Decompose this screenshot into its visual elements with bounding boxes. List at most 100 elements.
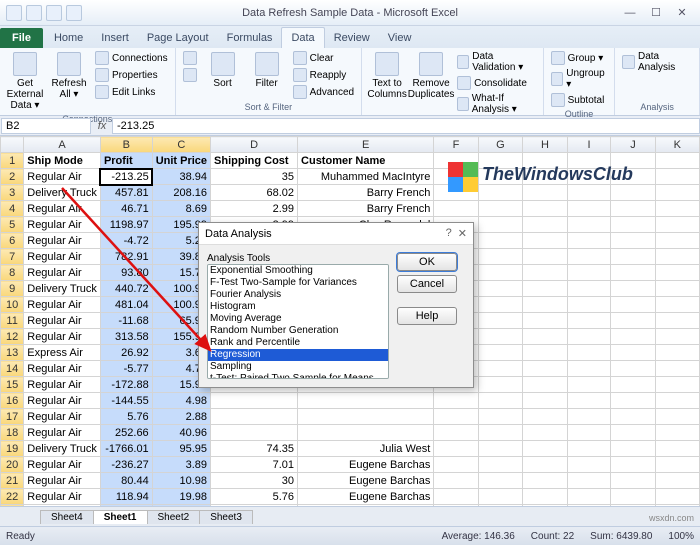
cell[interactable] — [655, 249, 699, 265]
cell[interactable] — [478, 217, 523, 233]
cell[interactable]: Delivery Truck — [24, 441, 101, 457]
cell[interactable] — [478, 233, 523, 249]
sheet-tab[interactable]: Sheet3 — [199, 510, 253, 524]
save-icon[interactable] — [26, 5, 42, 21]
cell[interactable]: Delivery Truck — [24, 505, 101, 507]
cell[interactable] — [523, 249, 567, 265]
tab-page-layout[interactable]: Page Layout — [138, 28, 218, 48]
cell[interactable]: 4.98 — [152, 393, 210, 409]
sort-az-button[interactable] — [180, 50, 200, 66]
cell[interactable] — [567, 377, 611, 393]
cell[interactable]: Eugene Barchas — [298, 489, 434, 505]
cell[interactable] — [611, 441, 655, 457]
row-header[interactable]: 22 — [1, 489, 24, 505]
cell[interactable]: Regular Air — [24, 329, 101, 345]
cell[interactable] — [434, 489, 478, 505]
row-header[interactable]: 16 — [1, 393, 24, 409]
row-header[interactable]: 1 — [1, 153, 24, 169]
cell[interactable] — [611, 505, 655, 507]
cell[interactable] — [655, 281, 699, 297]
cell[interactable] — [655, 217, 699, 233]
properties-button[interactable]: Properties — [92, 67, 171, 83]
cell[interactable] — [655, 297, 699, 313]
cell[interactable]: Regular Air — [24, 169, 101, 185]
cell[interactable]: Profit — [100, 153, 152, 169]
cell[interactable] — [611, 233, 655, 249]
cell[interactable]: 35 — [211, 169, 298, 185]
cell[interactable]: Delivery Truck — [24, 281, 101, 297]
cell[interactable] — [611, 201, 655, 217]
cell[interactable]: Shipping Cost — [211, 153, 298, 169]
cell[interactable] — [211, 393, 298, 409]
col-header-I[interactable]: I — [567, 137, 611, 153]
cell[interactable]: Regular Air — [24, 201, 101, 217]
cell[interactable] — [523, 505, 567, 507]
cell[interactable] — [478, 313, 523, 329]
cell[interactable]: 313.58 — [100, 329, 152, 345]
cell[interactable]: 8.69 — [152, 201, 210, 217]
cell[interactable] — [434, 505, 478, 507]
cell[interactable]: Regular Air — [24, 393, 101, 409]
cell[interactable] — [478, 377, 523, 393]
cell[interactable] — [567, 233, 611, 249]
cell[interactable]: Regular Air — [24, 473, 101, 489]
analysis-option[interactable]: Regression — [208, 349, 388, 361]
cell[interactable] — [655, 425, 699, 441]
cell[interactable] — [434, 409, 478, 425]
cell[interactable] — [523, 233, 567, 249]
cell[interactable] — [655, 313, 699, 329]
row-header[interactable]: 7 — [1, 249, 24, 265]
row-header[interactable]: 3 — [1, 185, 24, 201]
row-header[interactable]: 19 — [1, 441, 24, 457]
cell[interactable]: 30 — [211, 473, 298, 489]
analysis-tools-listbox[interactable]: Exponential SmoothingF-Test Two-Sample f… — [207, 264, 389, 379]
cell[interactable] — [567, 457, 611, 473]
cell[interactable]: 440.72 — [100, 281, 152, 297]
cell[interactable] — [523, 185, 567, 201]
sort-button[interactable]: Sort — [202, 50, 244, 91]
filter-button[interactable]: Filter — [246, 50, 288, 91]
cell[interactable] — [567, 345, 611, 361]
cell[interactable] — [523, 393, 567, 409]
row-header[interactable]: 21 — [1, 473, 24, 489]
cell[interactable] — [298, 425, 434, 441]
cell[interactable]: 2.88 — [152, 409, 210, 425]
cell[interactable] — [611, 297, 655, 313]
cell[interactable] — [567, 441, 611, 457]
cell[interactable] — [523, 441, 567, 457]
row-header[interactable]: 10 — [1, 297, 24, 313]
col-header-E[interactable]: E — [298, 137, 434, 153]
col-header-C[interactable]: C — [152, 137, 210, 153]
col-header-F[interactable]: F — [434, 137, 478, 153]
cell[interactable]: Regular Air — [24, 297, 101, 313]
cell[interactable]: Julia West — [298, 441, 434, 457]
cancel-button[interactable]: Cancel — [397, 275, 457, 293]
row-header[interactable]: 9 — [1, 281, 24, 297]
cell[interactable]: 46.71 — [100, 201, 152, 217]
cell[interactable] — [567, 265, 611, 281]
sheet-tab[interactable]: Sheet4 — [40, 510, 94, 524]
what-if-button[interactable]: What-If Analysis ▾ — [454, 92, 539, 116]
cell[interactable]: Express Air — [24, 345, 101, 361]
tab-review[interactable]: Review — [325, 28, 379, 48]
cell[interactable] — [523, 473, 567, 489]
cell[interactable]: -236.27 — [100, 457, 152, 473]
analysis-option[interactable]: Moving Average — [208, 313, 388, 325]
cell[interactable] — [478, 281, 523, 297]
cell[interactable]: Delivery Truck — [24, 185, 101, 201]
cell[interactable]: 3.89 — [152, 457, 210, 473]
cell[interactable] — [567, 329, 611, 345]
cell[interactable] — [434, 441, 478, 457]
cell[interactable] — [478, 329, 523, 345]
redo-icon[interactable] — [66, 5, 82, 21]
cell[interactable]: Regular Air — [24, 265, 101, 281]
analysis-option[interactable]: Fourier Analysis — [208, 289, 388, 301]
col-header-H[interactable]: H — [523, 137, 567, 153]
connections-button[interactable]: Connections — [92, 50, 171, 66]
cell[interactable]: 5.76 — [211, 489, 298, 505]
cell[interactable] — [523, 345, 567, 361]
cell[interactable] — [655, 393, 699, 409]
cell[interactable]: Regular Air — [24, 457, 101, 473]
analysis-option[interactable]: F-Test Two-Sample for Variances — [208, 277, 388, 289]
cell[interactable]: 93.80 — [100, 265, 152, 281]
